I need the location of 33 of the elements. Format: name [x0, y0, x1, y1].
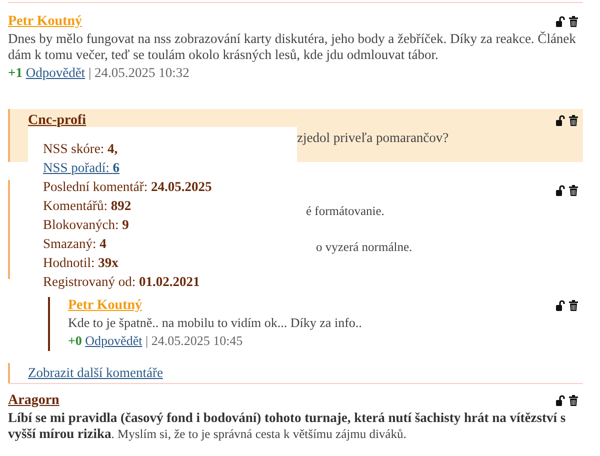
rank-link[interactable]: NSS pořadí: 6: [43, 158, 297, 177]
trash-icon[interactable]: [569, 395, 578, 406]
trash-icon[interactable]: [569, 300, 578, 311]
comment-date: | 24.05.2025 10:45: [145, 333, 243, 348]
profile-stat: Blokovaných: 9: [43, 216, 130, 234]
reply-link[interactable]: Odpovědět: [85, 333, 142, 348]
comment-text: o vyzerá normálne.: [316, 239, 414, 255]
comment-date: | 24.05.2025 10:32: [88, 65, 190, 80]
author-name[interactable]: Cnc-profi: [28, 112, 86, 128]
trash-icon[interactable]: [569, 185, 578, 196]
author-name[interactable]: Aragorn: [8, 392, 60, 408]
profile-stat: Hodnotil: 39x: [43, 254, 120, 272]
vote-count: +0: [68, 333, 82, 348]
profile-stat: Smazaný: 4: [43, 235, 108, 253]
comment-text: zjedol priveľa pomarančov?: [297, 130, 450, 146]
trash-icon[interactable]: [569, 115, 578, 126]
reply-link[interactable]: Odpovědět: [26, 65, 86, 80]
comment-text: é formátovanie.: [306, 203, 386, 219]
vote-count: +1: [8, 65, 22, 80]
profile-stat: Poslední komentář: 24.05.2025: [43, 178, 213, 196]
profile-stat: NSS skóre: 4,: [43, 140, 119, 158]
comment-text: Líbí se mi pravidla (časový fond i bodování) tohoto turnaje, která nutí šachisty hrát na vítězství s vyšší mírou rizika. Myslím si, že to je správná cesta k většímu zájmu diváků.: [8, 410, 567, 442]
comment-text: Kde to je špatně.. na mobilu to vidím ok... Díky za info..: [68, 315, 363, 331]
more-comments-link[interactable]: Zobrazit další komentáře: [28, 365, 163, 380]
profile-stat: Komentářů: 892: [43, 197, 132, 215]
trash-icon[interactable]: [569, 16, 578, 27]
padlock-icon[interactable]: [556, 115, 565, 126]
comment-text: Dnes by mělo fungovat na nss zobrazování karty diskutéra, jeho body a žebříček. Díky za reakce. Článek dám k tomu večer, teď se toulám okolo krásných lesů, kde jdu odmlouvat tábor.: [8, 31, 577, 63]
padlock-icon[interactable]: [556, 185, 565, 196]
padlock-icon[interactable]: [556, 300, 565, 311]
profile-stat: Registrovaný od: 01.02.2021: [43, 273, 201, 291]
padlock-icon[interactable]: [556, 16, 565, 27]
padlock-icon[interactable]: [556, 395, 565, 406]
